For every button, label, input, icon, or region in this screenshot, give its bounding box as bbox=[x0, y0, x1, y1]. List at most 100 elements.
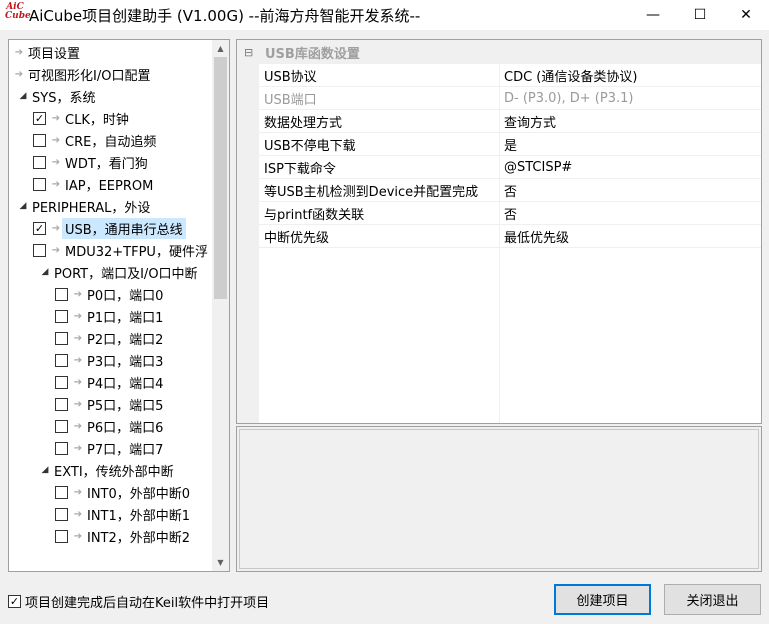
tree-item-label: MDU32+TFPU，硬件浮 bbox=[65, 244, 208, 260]
tree-item[interactable]: ➔ P3口，端口3 bbox=[55, 349, 166, 371]
tree-item[interactable]: ➔ P4口，端口4 bbox=[55, 371, 166, 393]
tree-item-checkbox[interactable] bbox=[55, 375, 68, 389]
arrow-icon: ➔ bbox=[51, 134, 61, 146]
tree-item-checkbox[interactable] bbox=[33, 133, 46, 147]
property-value[interactable]: 否 bbox=[504, 204, 517, 223]
arrow-icon: ➔ bbox=[14, 46, 24, 58]
tree-item-label: CRE，自动追频 bbox=[65, 134, 157, 150]
tree-item-checkbox[interactable] bbox=[55, 419, 68, 433]
tree-item[interactable]: ➔ MDU32+TFPU，硬件浮 bbox=[33, 239, 211, 261]
property-value[interactable]: CDC (通信设备类协议) bbox=[504, 66, 637, 85]
property-name: 数据处理方式 bbox=[264, 115, 343, 131]
tree-item-checkbox[interactable]: ✓ bbox=[33, 111, 46, 125]
property-row[interactable]: ISP下载命令 @STCISP# bbox=[259, 156, 761, 179]
collapse-icon[interactable]: ⊟ bbox=[244, 46, 253, 59]
property-value[interactable]: 是 bbox=[504, 135, 517, 154]
arrow-icon: ➔ bbox=[51, 112, 61, 124]
property-grid: ⊟ USB库函数设置 USB协议 CDC (通信设备类协议) USB端口 D- (P3… bbox=[236, 39, 762, 424]
tree-item[interactable]: ➔ P1口，端口1 bbox=[55, 305, 166, 327]
property-value[interactable]: @STCISP# bbox=[504, 160, 572, 175]
tree-item-checkbox[interactable] bbox=[55, 287, 68, 301]
scroll-down-icon[interactable]: ▼ bbox=[212, 554, 229, 571]
property-row[interactable]: USB协议 CDC (通信设备类协议) bbox=[259, 64, 761, 87]
tree-item-label: 可视图形化I/O口配置 bbox=[28, 68, 151, 84]
tree-item[interactable]: ➔ INT0，外部中断0 bbox=[55, 481, 193, 503]
property-value[interactable]: 否 bbox=[504, 181, 517, 200]
tree-item[interactable]: ➔ INT1，外部中断1 bbox=[55, 503, 193, 525]
config-tree[interactable]: ➔ 项目设置 ➔ 可视图形化I/O口配置 ◢ SYS，系统 ✓ ➔ CLK，时钟 ➔ CRE，自动追… bbox=[8, 39, 230, 572]
property-row[interactable]: 数据处理方式 查询方式 bbox=[259, 110, 761, 133]
tree-item-checkbox[interactable] bbox=[55, 441, 68, 455]
tree-item[interactable]: ➔ P2口，端口2 bbox=[55, 327, 166, 349]
property-row[interactable]: 与printf函数关联 否 bbox=[259, 202, 761, 225]
column-divider[interactable] bbox=[499, 64, 500, 423]
tree-item-checkbox[interactable] bbox=[33, 177, 46, 191]
arrow-icon: ➔ bbox=[73, 398, 83, 410]
tree-item[interactable]: ◢ PORT，端口及I/O口中断 bbox=[39, 261, 201, 283]
tree-item[interactable]: ➔ CRE，自动追频 bbox=[33, 129, 159, 151]
tree-item-checkbox[interactable] bbox=[33, 243, 46, 257]
tree-item-checkbox[interactable] bbox=[55, 485, 68, 499]
tree-item-checkbox[interactable] bbox=[55, 331, 68, 345]
app-logo-icon: AiC Cube bbox=[5, 2, 31, 21]
tree-item[interactable]: ➔ WDT，看门狗 bbox=[33, 151, 151, 173]
arrow-icon: ➔ bbox=[73, 288, 83, 300]
tree-item-checkbox[interactable] bbox=[33, 155, 46, 169]
tree-item[interactable]: ➔ INT2，外部中断2 bbox=[55, 525, 193, 547]
tree-item-label: WDT，看门狗 bbox=[65, 156, 148, 172]
property-value[interactable]: 最低优先级 bbox=[504, 227, 569, 246]
property-row[interactable]: USB端口 D- (P3.0), D+ (P3.1) bbox=[259, 87, 761, 110]
property-value[interactable]: D- (P3.0), D+ (P3.1) bbox=[504, 91, 633, 106]
expand-icon[interactable]: ◢ bbox=[39, 267, 51, 277]
property-name: 等USB主机检测到Device并配置完成 bbox=[264, 184, 479, 200]
tree-item-checkbox[interactable] bbox=[55, 507, 68, 521]
minimize-button[interactable]: — bbox=[630, 0, 676, 30]
property-row[interactable]: USB不停电下载 是 bbox=[259, 133, 761, 156]
tree-scrollbar[interactable]: ▲ ▼ bbox=[212, 40, 229, 571]
description-panel bbox=[236, 426, 762, 572]
expand-icon[interactable]: ◢ bbox=[39, 465, 51, 475]
tree-item[interactable]: ➔ P6口，端口6 bbox=[55, 415, 166, 437]
tree-item-checkbox[interactable]: ✓ bbox=[33, 221, 46, 235]
expand-icon[interactable]: ◢ bbox=[17, 201, 29, 211]
tree-item[interactable]: ➔ P0口，端口0 bbox=[55, 283, 166, 305]
tree-item[interactable]: ➔ IAP，EEPROM bbox=[33, 173, 156, 195]
tree-item-label: P1口，端口1 bbox=[87, 310, 164, 326]
property-row[interactable]: 等USB主机检测到Device并配置完成 否 bbox=[259, 179, 761, 202]
expand-icon[interactable]: ◢ bbox=[17, 91, 29, 101]
property-name: USB不停电下载 bbox=[264, 138, 356, 154]
tree-item[interactable]: ✓ ➔ CLK，时钟 bbox=[33, 107, 132, 129]
auto-open-label: 项目创建完成后自动在Keil软件中打开项目 bbox=[25, 596, 270, 611]
tree-item-label: P5口，端口5 bbox=[87, 398, 164, 414]
maximize-button[interactable]: ☐ bbox=[677, 0, 723, 30]
close-exit-button[interactable]: 关闭退出 bbox=[664, 584, 761, 615]
scroll-up-icon[interactable]: ▲ bbox=[212, 40, 229, 57]
property-row[interactable]: 中断优先级 最低优先级 bbox=[259, 225, 761, 248]
property-name: USB协议 bbox=[264, 69, 317, 85]
tree-item-label: P2口，端口2 bbox=[87, 332, 164, 348]
property-gutter bbox=[237, 40, 259, 423]
property-category-title: USB库函数设置 bbox=[265, 46, 360, 62]
tree-item[interactable]: ➔ 项目设置 bbox=[13, 41, 83, 63]
tree-item[interactable]: ➔ P7口，端口7 bbox=[55, 437, 166, 459]
auto-open-option[interactable]: ✓ 项目创建完成后自动在Keil软件中打开项目 bbox=[8, 592, 269, 611]
tree-item[interactable]: ➔ 可视图形化I/O口配置 bbox=[13, 63, 153, 85]
property-name: 中断优先级 bbox=[264, 230, 330, 246]
close-button[interactable]: ✕ bbox=[723, 0, 769, 30]
tree-item[interactable]: ➔ P5口，端口5 bbox=[55, 393, 166, 415]
tree-item-checkbox[interactable] bbox=[55, 397, 68, 411]
tree-item-checkbox[interactable] bbox=[55, 309, 68, 323]
arrow-icon: ➔ bbox=[51, 244, 61, 256]
tree-item[interactable]: ◢ EXTI，传统外部中断 bbox=[39, 459, 177, 481]
create-project-button[interactable]: 创建项目 bbox=[554, 584, 651, 615]
auto-open-checkbox[interactable]: ✓ bbox=[8, 595, 21, 608]
tree-item[interactable]: ✓ ➔ USB，通用串行总线 bbox=[33, 217, 186, 239]
tree-item[interactable]: ◢ SYS，系统 bbox=[17, 85, 98, 107]
tree-item-checkbox[interactable] bbox=[55, 529, 68, 543]
property-value[interactable]: 查询方式 bbox=[504, 112, 556, 131]
property-category-header[interactable]: ⊟ USB库函数设置 bbox=[237, 40, 761, 64]
scroll-thumb[interactable] bbox=[214, 57, 227, 299]
tree-item[interactable]: ◢ PERIPHERAL，外设 bbox=[17, 195, 153, 217]
tree-item-checkbox[interactable] bbox=[55, 353, 68, 367]
tree-item-label: P4口，端口4 bbox=[87, 376, 164, 392]
